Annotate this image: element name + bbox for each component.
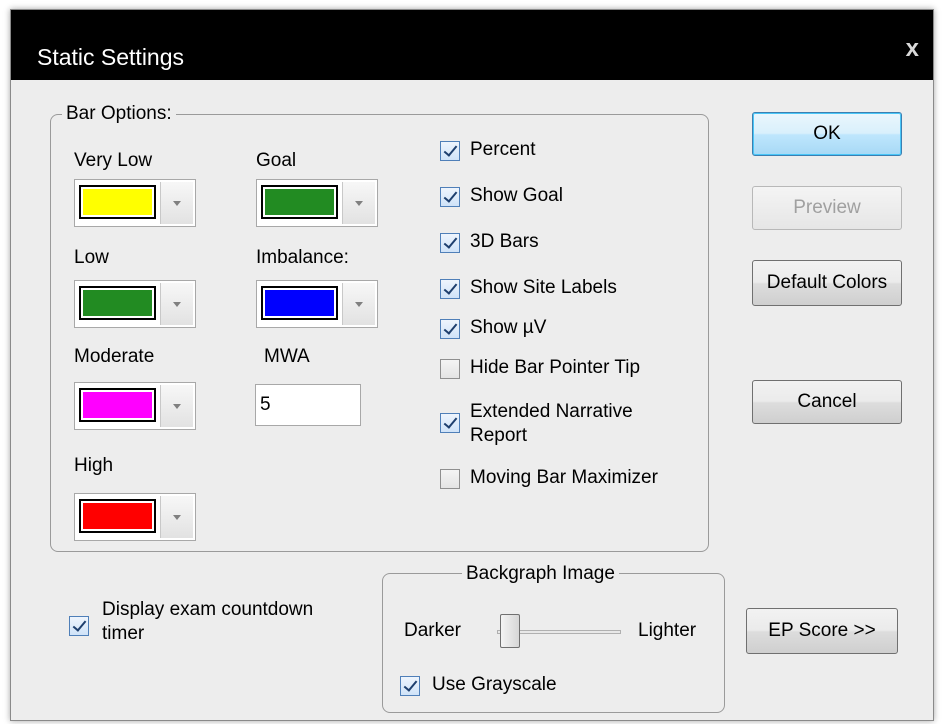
exam-countdown-checkbox[interactable]: [69, 616, 89, 636]
moving-bar-maximizer-checkbox[interactable]: [440, 469, 460, 489]
show-site-labels-checkbox[interactable]: [440, 279, 460, 299]
darker-label: Darker: [404, 620, 462, 641]
very-low-label: Very Low: [74, 150, 153, 171]
mwa-input[interactable]: [255, 384, 361, 426]
default-colors-button[interactable]: Default Colors: [752, 260, 902, 306]
extended-narrative-report-label-line2: Report: [470, 425, 528, 446]
brightness-slider-thumb[interactable]: [500, 614, 521, 648]
dialog-title: Static Settings: [37, 44, 185, 70]
hide-bar-pointer-tip-label: Hide Bar Pointer Tip: [470, 357, 641, 378]
chevron-down-icon[interactable]: [160, 283, 193, 325]
use-grayscale-checkbox[interactable]: [400, 676, 420, 696]
preview-button[interactable]: Preview: [752, 186, 902, 230]
goal-color-picker[interactable]: [256, 179, 378, 227]
bar-options-title: Bar Options:: [62, 103, 176, 125]
show-microvolts-checkbox[interactable]: [440, 319, 460, 339]
extended-narrative-report-label-line1: Extended Narrative: [470, 401, 633, 422]
percent-label: Percent: [470, 139, 536, 160]
exam-countdown-label-line1: Display exam countdown: [102, 599, 314, 620]
percent-checkbox[interactable]: [440, 141, 460, 161]
show-site-labels-label: Show Site Labels: [470, 277, 617, 298]
chevron-down-icon[interactable]: [160, 182, 193, 224]
hide-bar-pointer-tip-checkbox[interactable]: [440, 359, 460, 379]
goal-color-swatch: [261, 185, 338, 219]
static-settings-dialog: Static Settings x Bar Options: Very Low …: [10, 9, 934, 721]
imbalance-color-picker[interactable]: [256, 280, 378, 328]
exam-countdown-label-line2: timer: [102, 623, 145, 644]
lighter-label: Lighter: [638, 620, 697, 641]
chevron-down-icon[interactable]: [160, 385, 193, 427]
chevron-down-icon[interactable]: [342, 182, 375, 224]
moderate-color-picker[interactable]: [74, 382, 196, 430]
very-low-color-swatch: [79, 185, 156, 219]
ep-score-button[interactable]: EP Score >>: [746, 608, 898, 654]
chevron-down-icon[interactable]: [160, 496, 193, 538]
low-color-swatch: [79, 286, 156, 320]
3d-bars-label: 3D Bars: [470, 231, 539, 252]
close-icon[interactable]: x: [906, 37, 919, 61]
very-low-color-picker[interactable]: [74, 179, 196, 227]
backgraph-image-title: Backgraph Image: [462, 563, 619, 585]
high-label: High: [74, 455, 114, 476]
extended-narrative-report-checkbox[interactable]: [440, 413, 460, 433]
show-goal-label: Show Goal: [470, 185, 563, 206]
high-color-swatch: [79, 499, 156, 533]
ok-button[interactable]: OK: [752, 112, 902, 156]
show-microvolts-label: Show µV: [470, 317, 547, 338]
low-label: Low: [74, 247, 109, 268]
imbalance-label: Imbalance:: [256, 247, 349, 268]
imbalance-color-swatch: [261, 286, 338, 320]
moderate-label: Moderate: [74, 346, 155, 367]
moderate-color-swatch: [79, 388, 156, 422]
cancel-button[interactable]: Cancel: [752, 380, 902, 424]
3d-bars-checkbox[interactable]: [440, 233, 460, 253]
use-grayscale-label: Use Grayscale: [432, 674, 557, 695]
title-bar[interactable]: Static Settings x: [11, 10, 933, 80]
moving-bar-maximizer-label: Moving Bar Maximizer: [470, 467, 658, 488]
show-goal-checkbox[interactable]: [440, 187, 460, 207]
chevron-down-icon[interactable]: [342, 283, 375, 325]
goal-label: Goal: [256, 150, 297, 171]
low-color-picker[interactable]: [74, 280, 196, 328]
mwa-label: MWA: [264, 346, 310, 367]
high-color-picker[interactable]: [74, 493, 196, 541]
